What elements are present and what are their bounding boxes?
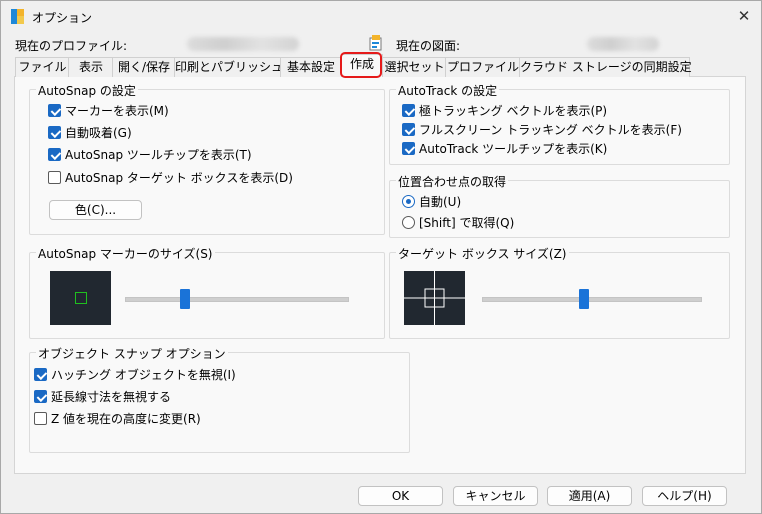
color-button[interactable]: 色(C)... (49, 200, 142, 220)
tab-system[interactable]: 基本設定 (280, 57, 342, 77)
checkbox-label: AutoTrack ツールチップを表示(K) (419, 142, 608, 156)
checkbox-label: 自動吸着(G) (65, 126, 132, 140)
radio-label: [Shift] で取得(Q) (419, 216, 515, 230)
target-box-preview (404, 271, 465, 325)
dialog-footer: OK キャンセル 適用(A) ヘルプ(H) (1, 477, 761, 513)
autosnap-settings-title: AutoSnap の設定 (36, 82, 138, 99)
checkbox-label: ハッチング オブジェクトを無視(I) (51, 368, 236, 382)
marker-size-slider-track[interactable] (125, 297, 349, 302)
object-snap-options-title: オブジェクト スナップ オプション (36, 345, 228, 362)
target-box-size-title: ターゲット ボックス サイズ(Z) (396, 245, 569, 262)
tab-profiles[interactable]: プロファイル (445, 57, 521, 77)
tab-selection[interactable]: 選択セット (382, 57, 447, 77)
checkbox-label: AutoSnap ターゲット ボックスを表示(D) (65, 171, 293, 185)
tab-cloud-sync[interactable]: クラウド ストレージの同期設定 (519, 57, 692, 77)
checkbox-checked-icon[interactable] (48, 148, 61, 161)
checkbox-checked-icon[interactable] (402, 142, 415, 155)
marker-size-slider-thumb[interactable] (179, 289, 190, 309)
alignment-point-title: 位置合わせ点の取得 (396, 173, 509, 190)
drawing-label: 現在の図面: (396, 39, 461, 53)
help-button[interactable]: ヘルプ(H) (642, 486, 727, 506)
target-box-size-slider-thumb[interactable] (579, 289, 590, 309)
checkbox-label: 延長線寸法を無視する (51, 390, 172, 404)
checkbox-label: マーカーを表示(M) (65, 104, 169, 118)
snap-marker-icon (75, 292, 87, 304)
marker-size-group: AutoSnap マーカーのサイズ(S) (29, 245, 385, 339)
tab-file[interactable]: ファイル (15, 57, 70, 77)
apply-button[interactable]: 適用(A) (547, 486, 632, 506)
target-box-size-group: ターゲット ボックス サイズ(Z) (389, 245, 730, 339)
checkbox-label: Z 値を現在の高度に変更(R) (51, 412, 201, 426)
profile-label: 現在のプロファイル: (15, 39, 128, 53)
drawing-icon (369, 35, 382, 51)
autotrack-settings-title: AutoTrack の設定 (396, 82, 500, 99)
autotrack-settings-group: AutoTrack の設定 極トラッキング ベクトルを表示(P) フルスクリーン… (389, 82, 730, 165)
checkbox-unchecked-icon[interactable] (48, 171, 61, 184)
options-dialog: オプション ✕ 現在のプロファイル: 現在の図面: AutoSnap の設定 マ… (0, 0, 762, 514)
radio-unselected-icon[interactable] (402, 216, 415, 229)
checkbox-checked-icon[interactable] (48, 104, 61, 117)
tab-panel: AutoSnap の設定 マーカーを表示(M) 自動吸着(G) AutoSnap… (14, 76, 746, 474)
marker-size-title: AutoSnap マーカーのサイズ(S) (36, 245, 215, 262)
active-tab-highlight (340, 52, 382, 78)
title-bar: オプション ✕ (1, 1, 761, 33)
close-icon[interactable]: ✕ (735, 7, 753, 25)
object-snap-options-group: オブジェクト スナップ オプション ハッチング オブジェクトを無視(I) 延長線… (29, 345, 410, 453)
app-icon (11, 9, 24, 24)
marker-preview (50, 271, 111, 325)
radio-label: 自動(U) (419, 195, 462, 209)
checkbox-checked-icon[interactable] (48, 126, 61, 139)
checkbox-checked-icon[interactable] (34, 390, 47, 403)
checkbox-unchecked-icon[interactable] (34, 412, 47, 425)
checkbox-label: AutoSnap ツールチップを表示(T) (65, 148, 252, 162)
window-title: オプション (32, 11, 93, 25)
cancel-button[interactable]: キャンセル (453, 486, 538, 506)
tab-plot-publish[interactable]: 印刷とパブリッシュ (174, 57, 283, 77)
checkbox-checked-icon[interactable] (34, 368, 47, 381)
autosnap-settings-group: AutoSnap の設定 マーカーを表示(M) 自動吸着(G) AutoSnap… (29, 82, 385, 235)
checkbox-label: フルスクリーン トラッキング ベクトルを表示(F) (419, 123, 682, 137)
checkbox-checked-icon[interactable] (402, 104, 415, 117)
ok-button[interactable]: OK (358, 486, 443, 506)
tab-open-save[interactable]: 開く/保存 (112, 57, 176, 77)
checkbox-checked-icon[interactable] (402, 123, 415, 136)
tab-display[interactable]: 表示 (68, 57, 114, 77)
profile-name-redacted (187, 37, 299, 51)
target-box-size-slider-track[interactable] (482, 297, 702, 302)
radio-selected-icon[interactable] (402, 195, 415, 208)
alignment-point-group: 位置合わせ点の取得 自動(U) [Shift] で取得(Q) (389, 173, 730, 238)
drawing-name-redacted (587, 37, 659, 51)
checkbox-label: 極トラッキング ベクトルを表示(P) (419, 104, 608, 118)
